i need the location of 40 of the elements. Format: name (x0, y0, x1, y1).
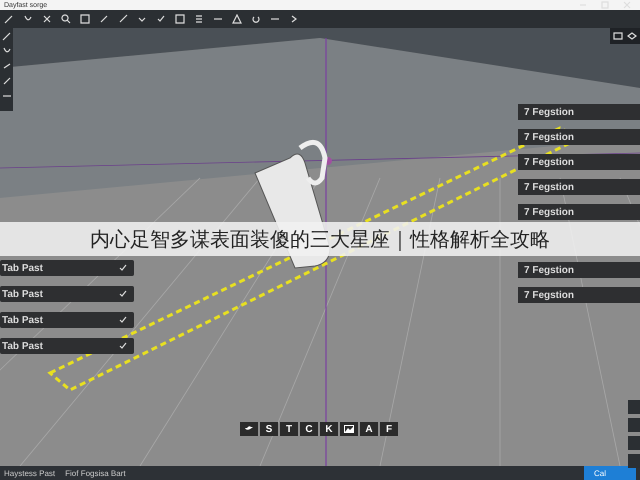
line-icon[interactable] (2, 76, 12, 86)
tool-button[interactable]: F (380, 422, 398, 436)
tool-button[interactable]: C (300, 422, 318, 436)
item-label: Tab Past (2, 340, 43, 352)
call-button[interactable]: Cal (584, 466, 636, 480)
panel-item[interactable]: 7 Fegstion (518, 104, 640, 120)
check-icon[interactable] (118, 263, 128, 273)
panel-item[interactable]: 7 Fegstion (518, 287, 640, 303)
banner-caption: 内心足智多谋表面装傻的三大星座｜性格解析全攻略 (0, 222, 640, 256)
tool-button[interactable]: S (260, 422, 278, 436)
item-label: Tab Past (2, 288, 43, 300)
list-icon[interactable] (194, 14, 204, 24)
status-text: Haystess Past (4, 468, 56, 478)
panel-icon[interactable] (613, 31, 623, 41)
tool-button[interactable]: A (360, 422, 378, 436)
loop-icon[interactable] (251, 14, 261, 24)
search-icon[interactable] (61, 14, 71, 24)
panel-item[interactable]: Tab Past (0, 260, 134, 276)
square-icon[interactable] (175, 14, 185, 24)
check-icon[interactable] (156, 14, 166, 24)
tool-button[interactable]: K (320, 422, 338, 436)
panel-item[interactable]: Tab Past (0, 312, 134, 328)
panel-item[interactable]: 7 Fegstion (518, 129, 640, 145)
panel-item[interactable]: Tab Past (0, 286, 134, 302)
item-label: Tab Past (2, 262, 43, 274)
cross-icon[interactable] (42, 14, 52, 24)
panel-item[interactable]: 7 Fegstion (518, 262, 640, 278)
panel-item[interactable]: 7 Fegstion (518, 179, 640, 195)
panel-item[interactable]: 7 Fegstion (518, 154, 640, 170)
check-icon[interactable] (118, 341, 128, 351)
check-icon[interactable] (118, 289, 128, 299)
image-icon[interactable] (340, 422, 358, 436)
panel-item[interactable]: 7 Fegstion (518, 204, 640, 220)
tool-button[interactable]: T (280, 422, 298, 436)
triangle-icon[interactable] (232, 14, 242, 24)
status-text: Fiof Fogsisa Bart (65, 468, 126, 478)
chevron-right-icon[interactable] (289, 14, 299, 24)
item-label: Tab Past (2, 314, 43, 326)
check-icon[interactable] (118, 315, 128, 325)
panel-item[interactable]: Tab Past (0, 338, 134, 354)
